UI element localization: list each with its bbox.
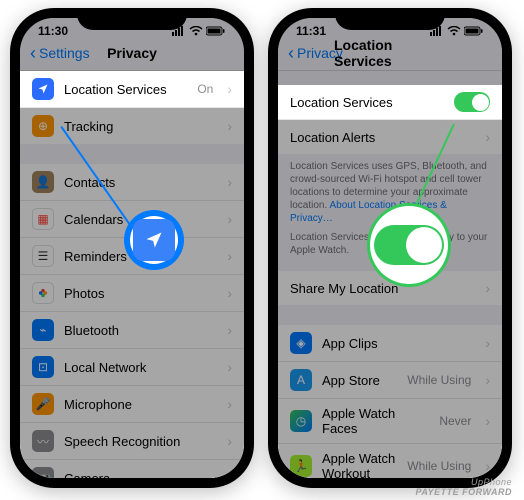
row-camera[interactable]: 📷Camera›: [20, 460, 244, 478]
reminders-icon: ☰: [32, 245, 54, 267]
chevron-right-icon: ›: [485, 129, 490, 145]
watchfaces-icon: ◷: [290, 410, 312, 432]
row-photos[interactable]: Photos›: [20, 275, 244, 312]
location-arrow-icon: [133, 219, 175, 261]
chevron-right-icon: ›: [485, 280, 490, 296]
chevron-right-icon: ›: [227, 359, 232, 375]
row-watch-faces[interactable]: ◷Apple Watch FacesNever›: [278, 399, 502, 444]
watermark: UpPhone PAYETTE FORWARD: [415, 478, 512, 498]
wifi-icon: [447, 26, 461, 36]
chevron-left-icon: ‹: [288, 44, 294, 62]
nav-bar: ‹Settings Privacy: [20, 40, 244, 71]
wifi-icon: [189, 26, 203, 36]
chevron-right-icon: ›: [227, 322, 232, 338]
row-contacts[interactable]: 👤Contacts›: [20, 164, 244, 201]
nav-title: Privacy: [107, 45, 157, 61]
status-time: 11:31: [296, 24, 326, 38]
nav-title: Location Services: [334, 37, 446, 69]
row-app-store[interactable]: AApp StoreWhile Using›: [278, 362, 502, 399]
chevron-right-icon: ›: [485, 372, 490, 388]
tracking-icon: ⊕: [32, 115, 54, 137]
chevron-right-icon: ›: [485, 458, 490, 474]
location-icon: [32, 78, 54, 100]
battery-icon: [206, 26, 226, 36]
calendar-icon: ▦: [32, 208, 54, 230]
workout-icon: 🏃: [290, 455, 312, 477]
row-microphone[interactable]: 🎤Microphone›: [20, 386, 244, 423]
chevron-right-icon: ›: [227, 81, 232, 97]
appstore-icon: A: [290, 369, 312, 391]
chevron-right-icon: ›: [227, 433, 232, 449]
phone-right: 11:31 ‹Privacy Location Services Locatio…: [268, 8, 512, 488]
toggle-on-icon[interactable]: [454, 92, 490, 112]
camera-icon: 📷: [32, 467, 54, 478]
row-app-clips[interactable]: ◈App Clips›: [278, 325, 502, 362]
bluetooth-icon: ⌁: [32, 319, 54, 341]
status-time: 11:30: [38, 24, 68, 38]
speech-icon: 〰: [32, 430, 54, 452]
row-location-services[interactable]: Location Services On ›: [20, 71, 244, 108]
row-watch-workout[interactable]: 🏃Apple Watch WorkoutWhile Using›: [278, 444, 502, 478]
back-button[interactable]: ‹Settings: [30, 44, 90, 62]
notch: [77, 8, 187, 30]
chevron-left-icon: ‹: [30, 44, 36, 62]
row-location-services-toggle[interactable]: Location Services: [278, 85, 502, 120]
chevron-right-icon: ›: [227, 174, 232, 190]
nav-bar: ‹Privacy Location Services: [278, 40, 502, 71]
callout-circle: [124, 210, 184, 270]
toggle-on-icon: [374, 225, 444, 265]
chevron-right-icon: ›: [227, 211, 232, 227]
row-tracking[interactable]: ⊕ Tracking ›: [20, 108, 244, 144]
battery-icon: [464, 26, 484, 36]
row-speech[interactable]: 〰Speech Recognition›: [20, 423, 244, 460]
row-bluetooth[interactable]: ⌁Bluetooth›: [20, 312, 244, 349]
microphone-icon: 🎤: [32, 393, 54, 415]
notch: [335, 8, 445, 30]
callout-toggle: [370, 206, 448, 284]
chevron-right-icon: ›: [485, 335, 490, 351]
phone-left: 11:30 ‹Settings Privacy Location Service…: [10, 8, 254, 488]
appclips-icon: ◈: [290, 332, 312, 354]
contacts-icon: 👤: [32, 171, 54, 193]
row-location-alerts[interactable]: Location Alerts ›: [278, 120, 502, 154]
chevron-right-icon: ›: [227, 248, 232, 264]
row-local-network[interactable]: ⊡Local Network›: [20, 349, 244, 386]
chevron-right-icon: ›: [485, 413, 490, 429]
chevron-right-icon: ›: [227, 396, 232, 412]
network-icon: ⊡: [32, 356, 54, 378]
chevron-right-icon: ›: [227, 118, 232, 134]
chevron-right-icon: ›: [227, 285, 232, 301]
photos-icon: [32, 282, 54, 304]
chevron-right-icon: ›: [227, 470, 232, 478]
